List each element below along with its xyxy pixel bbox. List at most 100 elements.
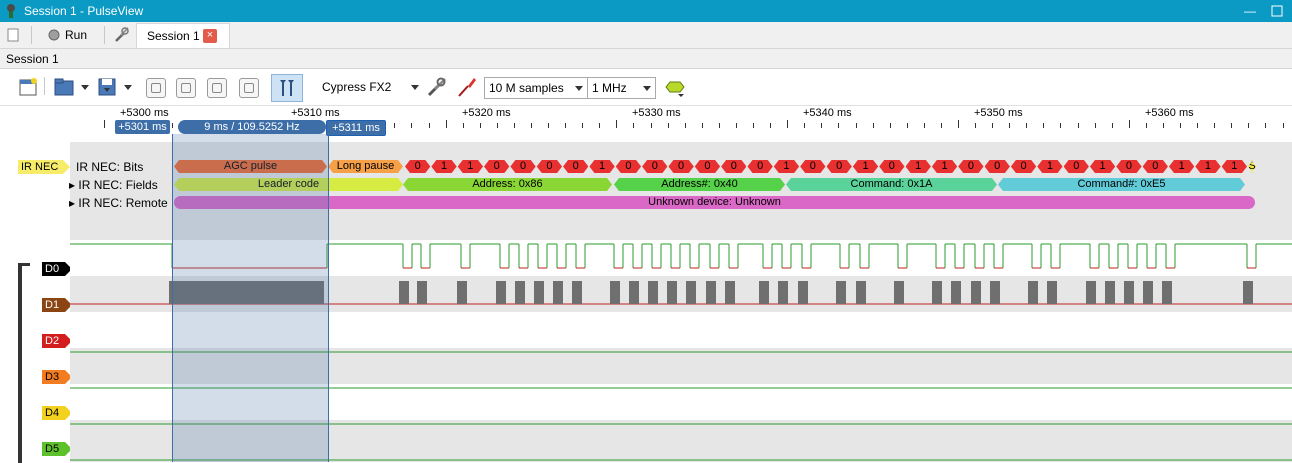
annotation-bit[interactable]: 1 <box>1195 160 1220 173</box>
device-dropdown-icon[interactable] <box>411 85 419 90</box>
device-selector[interactable]: Cypress FX2 <box>322 80 391 94</box>
d1-activity-block <box>778 281 788 304</box>
annotation-bit[interactable]: 0 <box>721 160 746 173</box>
session-header: Session 1 <box>0 49 1292 69</box>
annotation-field[interactable]: Address: 0x86 <box>403 178 612 191</box>
new-view-icon[interactable] <box>17 76 39 98</box>
annotation-bit[interactable]: 0 <box>1064 160 1089 173</box>
annotation-bit[interactable]: 0 <box>747 160 772 173</box>
annotation-bit[interactable]: 0 <box>1143 160 1168 173</box>
probe-config-icon[interactable] <box>456 76 478 98</box>
new-document-icon[interactable] <box>6 28 20 42</box>
channel-tag-d4[interactable]: D4 <box>42 406 72 420</box>
cursor-selection-region[interactable] <box>172 134 329 462</box>
ruler-tick <box>616 120 618 128</box>
annotation-bit[interactable]: 0 <box>800 160 825 173</box>
save-file-icon[interactable] <box>96 76 118 98</box>
annotation-bit[interactable]: 1 <box>1090 160 1115 173</box>
annotation-bit[interactable]: 1 <box>853 160 878 173</box>
channel-tag-d1[interactable]: D1 <box>42 298 72 312</box>
annotation-bit[interactable]: 1 <box>1169 160 1194 173</box>
tick-label: +5340 ms <box>803 107 852 119</box>
samplerate-select[interactable]: 1 MHz <box>587 77 656 99</box>
d1-activity-block <box>1124 281 1134 304</box>
minimize-button[interactable]: — <box>1240 2 1260 20</box>
annotation-bit[interactable]: 1 <box>774 160 799 173</box>
d1-activity-block <box>1047 281 1057 304</box>
annotation-bit[interactable]: 0 <box>484 160 509 173</box>
annotation-bit[interactable]: 1 <box>932 160 957 173</box>
annotation-long-pause[interactable]: Long pause <box>328 160 403 173</box>
d1-activity-block <box>1028 281 1038 304</box>
add-decoder-icon[interactable] <box>664 76 686 98</box>
sample-count-select[interactable]: 10 M samples <box>484 77 588 99</box>
zoom-out-icon[interactable] <box>176 78 196 98</box>
channel-tag-d0[interactable]: D0 <box>42 262 72 276</box>
zoom-one-to-one-icon[interactable] <box>239 78 259 98</box>
show-cursors-button[interactable] <box>271 74 303 102</box>
settings-tools-icon[interactable] <box>114 26 131 43</box>
cursors-icon <box>280 80 294 96</box>
annotation-bit[interactable]: 0 <box>827 160 852 173</box>
annotation-bit[interactable]: 0 <box>958 160 983 173</box>
separator <box>31 26 32 44</box>
annotation-bit[interactable]: 1 <box>1037 160 1062 173</box>
run-icon[interactable] <box>48 29 60 41</box>
annotation-field[interactable]: Address#: 0x40 <box>614 178 785 191</box>
decoder-tag[interactable]: IR NEC <box>18 160 70 174</box>
save-dropdown-icon[interactable] <box>124 85 132 90</box>
run-button[interactable]: Run <box>65 25 87 45</box>
cursor-2-flag[interactable]: +5311 ms <box>326 120 386 136</box>
device-config-icon[interactable] <box>426 76 448 98</box>
ruler-tick <box>787 120 789 128</box>
annotation-field[interactable]: Command: 0x1A <box>786 178 997 191</box>
annotation-bit[interactable]: 1 <box>458 160 483 173</box>
tab-session-1[interactable]: Session 1 × <box>136 23 230 48</box>
channel-tag-d5[interactable]: D5 <box>42 442 72 456</box>
zoom-in-icon[interactable] <box>146 78 166 98</box>
ruler-tick <box>889 123 891 128</box>
cursor-1-flag[interactable]: +5301 ms <box>115 120 170 134</box>
ruler-tick <box>1128 120 1130 128</box>
annotation-bit[interactable]: 0 <box>537 160 562 173</box>
channel-tag-d2[interactable]: D2 <box>42 334 72 348</box>
maximize-button[interactable] <box>1270 4 1284 18</box>
ruler-tick <box>462 123 464 128</box>
annotation-bit[interactable]: 1 <box>1222 160 1247 173</box>
tick-label: +5310 ms <box>291 107 340 119</box>
zoom-fit-icon[interactable] <box>207 78 227 98</box>
channel-group-bar-top <box>18 263 30 266</box>
d1-activity-block <box>553 281 563 304</box>
ruler-tick <box>104 120 105 128</box>
annotation-remote[interactable]: Unknown device: Unknown <box>174 196 1255 209</box>
annotation-bit[interactable]: 0 <box>985 160 1010 173</box>
annotation-bit[interactable]: 0 <box>1116 160 1141 173</box>
annotation-bit[interactable]: 1 <box>431 160 456 173</box>
annotation-bit[interactable]: 1 <box>906 160 931 173</box>
d1-activity-block <box>534 281 544 304</box>
ruler-tick <box>684 123 686 128</box>
annotation-bit[interactable]: 0 <box>695 160 720 173</box>
annotation-bit[interactable]: 0 <box>879 160 904 173</box>
d1-activity-block <box>706 281 716 304</box>
channel-tag-d3[interactable]: D3 <box>42 370 72 384</box>
annotation-bit[interactable]: 0 <box>510 160 535 173</box>
d1-activity-block <box>572 281 582 304</box>
channel-group-bar[interactable] <box>18 263 22 463</box>
annotation-bit[interactable]: 0 <box>1011 160 1036 173</box>
ruler-tick <box>1265 123 1267 128</box>
annotation-bit[interactable]: 0 <box>563 160 588 173</box>
open-dropdown-icon[interactable] <box>81 85 89 90</box>
session-label: Session 1 <box>6 52 59 66</box>
annotation-bit[interactable]: 0 <box>642 160 667 173</box>
annotation-bit[interactable]: 1 <box>589 160 614 173</box>
open-file-icon[interactable] <box>53 76 75 98</box>
annotation-bit[interactable]: 0 <box>668 160 693 173</box>
close-tab-icon[interactable]: × <box>203 29 217 43</box>
tick-label: +5360 ms <box>1145 107 1194 119</box>
annotation-bit[interactable]: 0 <box>616 160 641 173</box>
annotation-field[interactable]: Command#: 0xE5 <box>998 178 1245 191</box>
tick-label: +5330 ms <box>632 107 681 119</box>
cursor-span-label[interactable]: 9 ms / 109.5252 Hz <box>178 120 326 134</box>
annotation-bit[interactable]: 0 <box>405 160 430 173</box>
